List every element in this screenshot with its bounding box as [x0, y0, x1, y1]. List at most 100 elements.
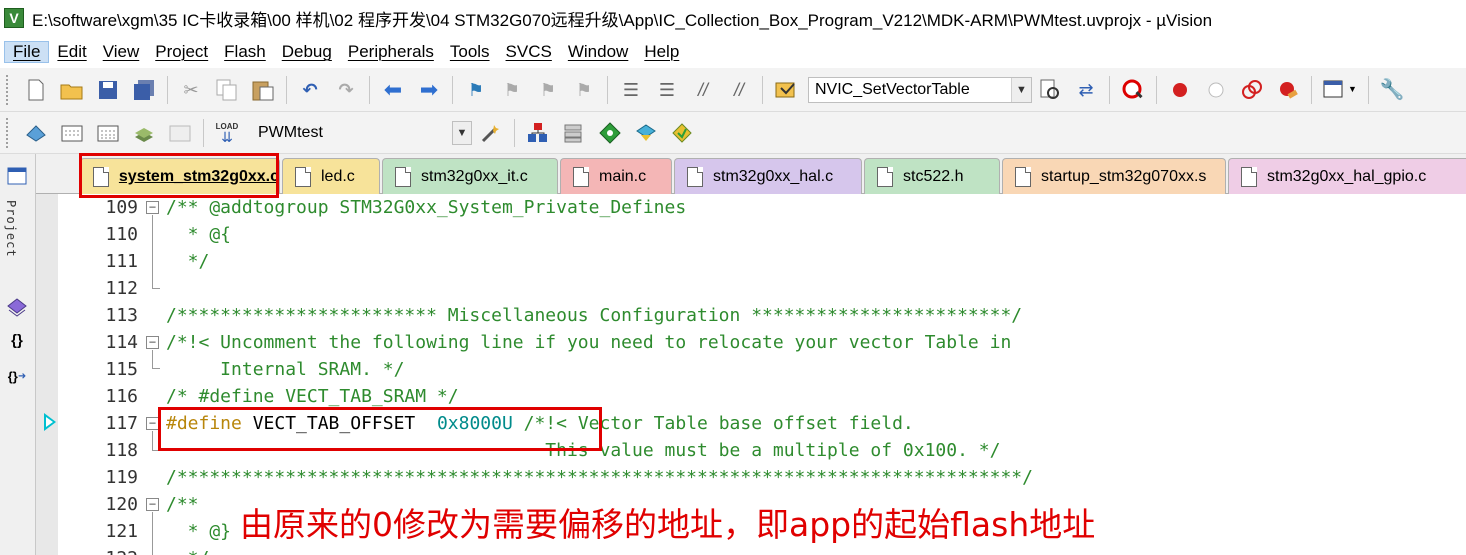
- code-text: /** @addtogroup STM32G0xx_System_Private…: [166, 197, 687, 218]
- toolbar-grip[interactable]: [6, 74, 12, 105]
- menu-item-svcs[interactable]: SVCS: [498, 42, 560, 62]
- menu-item-debug[interactable]: Debug: [274, 42, 340, 62]
- chevron-down-icon[interactable]: ▼: [1011, 77, 1031, 102]
- build-icon[interactable]: [59, 120, 85, 146]
- menu-item-help[interactable]: Help: [636, 42, 687, 62]
- chevron-down-icon[interactable]: ▼: [452, 120, 472, 145]
- disable-breakpoints-icon[interactable]: [1239, 77, 1265, 103]
- uncomment-selection-icon[interactable]: //: [726, 77, 752, 103]
- cut-icon[interactable]: ✂: [178, 77, 204, 103]
- fold-toggle-icon[interactable]: −: [146, 417, 159, 430]
- download-load-icon[interactable]: LOAD ⇊: [214, 120, 240, 146]
- insert-breakpoint-icon[interactable]: [1167, 77, 1193, 103]
- code-line[interactable]: 113 /************************ Miscellaneo…: [36, 302, 1466, 329]
- debug-session-icon[interactable]: [1120, 77, 1146, 103]
- window-layout-icon[interactable]: ▼: [1322, 77, 1358, 103]
- code-line[interactable]: 117− #define VECT_TAB_OFFSET 0x8000U /*!<…: [36, 410, 1466, 437]
- code-text: /************************ Miscellaneous …: [166, 305, 1023, 326]
- fold-toggle-icon[interactable]: −: [146, 498, 159, 511]
- insert-bookmark-icon[interactable]: ⚑: [463, 77, 489, 103]
- previous-bookmark-icon[interactable]: ⚑: [499, 77, 525, 103]
- pack-installer-icon[interactable]: [669, 120, 695, 146]
- manage-run-time-environment-icon[interactable]: [597, 120, 623, 146]
- code-line[interactable]: 114−/*!< Uncomment the following line if…: [36, 329, 1466, 356]
- code-text: /* #define VECT_TAB_SRAM */: [166, 386, 459, 407]
- tab-led-c[interactable]: led.c: [282, 158, 380, 194]
- function-search-combo[interactable]: NVIC_SetVectorTable ▼: [808, 76, 1032, 103]
- templates-tab-icon[interactable]: {} ➜: [5, 364, 29, 388]
- fold-toggle-icon[interactable]: −: [146, 201, 159, 214]
- project-tab-label[interactable]: Project: [4, 200, 18, 258]
- menu-item-project[interactable]: Project: [147, 42, 216, 62]
- menu-bar: File Edit View Project Flash Debug Peripherals…: [0, 36, 1466, 68]
- code-line[interactable]: 119 /************************************…: [36, 464, 1466, 491]
- clear-bookmarks-icon[interactable]: ⚑: [571, 77, 597, 103]
- unindent-icon[interactable]: ☰: [654, 77, 680, 103]
- code-line[interactable]: 122 */: [36, 545, 1466, 555]
- menu-item-peripherals[interactable]: Peripherals: [340, 42, 442, 62]
- code-line[interactable]: 115 Internal SRAM. */: [36, 356, 1466, 383]
- rebuild-icon[interactable]: [95, 120, 121, 146]
- menu-item-edit[interactable]: Edit: [49, 42, 94, 62]
- books-icon[interactable]: [5, 296, 29, 320]
- tab-stc522-h[interactable]: stc522.h: [864, 158, 1000, 194]
- editor-tab-bar: system_stm32g0xx.c led.c stm32g0xx_it.c mai…: [36, 154, 1466, 195]
- tab-stm32g0xx-it-c[interactable]: stm32g0xx_it.c: [382, 158, 558, 194]
- annotation-text: 由原来的0修改为需要偏移的地址，即app的起始flash地址: [240, 505, 1096, 544]
- undo-icon[interactable]: ↶: [297, 77, 323, 103]
- target-select-value: PWMtest: [258, 123, 323, 141]
- copy-icon[interactable]: [214, 77, 240, 103]
- menu-item-view[interactable]: View: [95, 42, 148, 62]
- next-bookmark-icon[interactable]: ⚑: [535, 77, 561, 103]
- tab-stm32g0xx-hal-gpio-c[interactable]: stm32g0xx_hal_gpio.c: [1228, 158, 1466, 194]
- tab-startup-stm32g070xx-s[interactable]: startup_stm32g070xx.s: [1002, 158, 1226, 194]
- fold-toggle-icon[interactable]: −: [146, 336, 159, 349]
- code-line[interactable]: 110 * @{: [36, 221, 1466, 248]
- save-icon[interactable]: [95, 77, 121, 103]
- code-line[interactable]: 112: [36, 275, 1466, 302]
- find-in-files-icon[interactable]: [773, 77, 799, 103]
- new-file-icon[interactable]: [23, 77, 49, 103]
- toolbar-grip[interactable]: [6, 117, 12, 148]
- tab-stm32g0xx-hal-c[interactable]: stm32g0xx_hal.c: [674, 158, 862, 194]
- menu-item-tools[interactable]: Tools: [442, 42, 498, 62]
- menu-item-window[interactable]: Window: [560, 42, 636, 62]
- tab-system-stm32g0xx-c[interactable]: system_stm32g0xx.c: [80, 158, 280, 195]
- uvision-app-icon: V: [4, 8, 24, 28]
- save-all-icon[interactable]: [131, 77, 157, 103]
- toolbar-separator: [762, 75, 763, 104]
- open-folder-icon[interactable]: [59, 77, 85, 103]
- project-window-icon[interactable]: [5, 164, 29, 188]
- find-icon[interactable]: [1037, 77, 1063, 103]
- line-number: 120: [105, 494, 138, 515]
- code-line[interactable]: 118 This value must be a multiple of 0x1…: [36, 437, 1466, 464]
- title-bar: V E:\software\xgm\35 IC卡收录箱\00 样机\02 程序开…: [0, 0, 1466, 36]
- navigate-back-icon[interactable]: ⬅: [380, 77, 406, 103]
- batch-build-icon[interactable]: [131, 120, 157, 146]
- enable-breakpoint-icon[interactable]: [1203, 77, 1229, 103]
- file-extensions-icon[interactable]: [561, 120, 587, 146]
- select-software-packs-icon[interactable]: [633, 120, 659, 146]
- stop-build-icon[interactable]: [167, 120, 193, 146]
- comment-selection-icon[interactable]: //: [690, 77, 716, 103]
- navigate-forward-icon[interactable]: ➡: [416, 77, 442, 103]
- target-select-combo[interactable]: PWMtest ▼: [251, 119, 473, 146]
- menu-item-flash[interactable]: Flash: [216, 42, 274, 62]
- tab-main-c[interactable]: main.c: [560, 158, 672, 194]
- replace-icon[interactable]: ⇄: [1073, 77, 1099, 103]
- paste-icon[interactable]: [250, 77, 276, 103]
- configure-wrench-icon[interactable]: 🔧: [1379, 77, 1405, 103]
- code-line[interactable]: 109−/** @addtogroup STM32G0xx_System_Pri…: [36, 194, 1466, 221]
- target-options-icon[interactable]: [478, 120, 504, 146]
- redo-icon[interactable]: ↷: [333, 77, 359, 103]
- kill-breakpoints-icon[interactable]: [1275, 77, 1301, 103]
- code-line[interactable]: 116 /* #define VECT_TAB_SRAM */: [36, 383, 1466, 410]
- code-line[interactable]: 111 */: [36, 248, 1466, 275]
- menu-item-file[interactable]: File: [4, 41, 50, 63]
- indent-icon[interactable]: ☰: [618, 77, 644, 103]
- line-number: 112: [105, 278, 138, 299]
- tab-label: stc522.h: [903, 167, 964, 185]
- translate-icon[interactable]: [23, 120, 49, 146]
- functions-tab-icon[interactable]: {}: [5, 328, 29, 352]
- manage-project-items-icon[interactable]: [525, 120, 551, 146]
